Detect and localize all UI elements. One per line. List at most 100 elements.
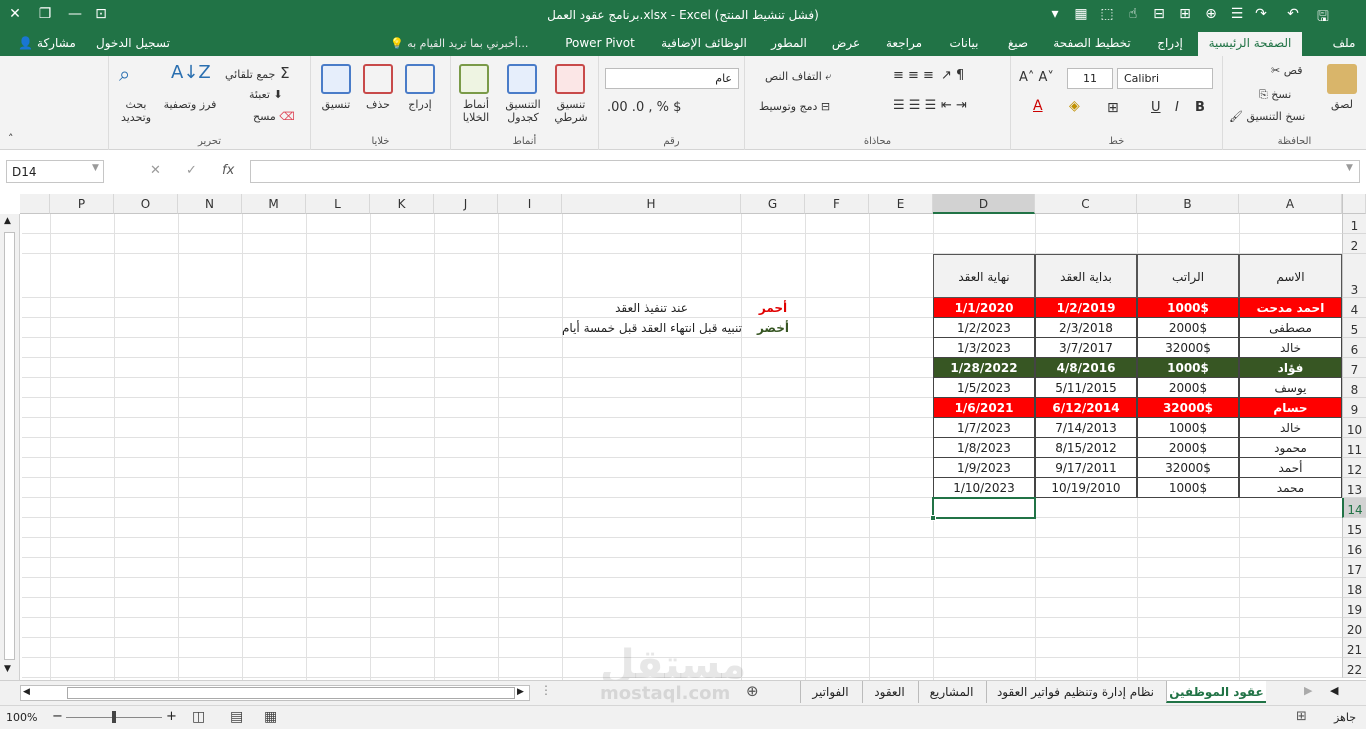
table-cell[interactable]: 1/7/2023 (933, 418, 1035, 438)
scroll-right-icon[interactable]: ▶ (517, 687, 524, 697)
cell-styles-button[interactable]: أنماط الخلايا (453, 98, 499, 124)
table-cell[interactable]: 2/3/2018 (1035, 318, 1137, 338)
org-chart-icon[interactable]: ⊕ (1200, 6, 1222, 22)
hand-icon[interactable]: ☝ (1122, 6, 1144, 22)
qat-more-icon[interactable]: ▾ (1044, 6, 1066, 22)
layout-icon[interactable]: ⊟ (1148, 6, 1170, 22)
table-header-cell[interactable]: الراتب (1137, 254, 1239, 298)
clear-button[interactable]: مسح ⌫ (253, 110, 295, 123)
tab-file[interactable]: ملف (1324, 36, 1364, 50)
cut-button[interactable]: ✂ قص (1271, 64, 1302, 77)
font-name-combo[interactable]: Calibri (1117, 68, 1213, 89)
row-header-8[interactable]: 8 (1342, 378, 1366, 398)
column-header-k[interactable]: K (370, 194, 434, 214)
fill-color-icon[interactable]: ◈ (1069, 98, 1080, 114)
tab-view[interactable]: عرض (826, 36, 866, 50)
selected-cell-d14[interactable] (932, 497, 1036, 519)
share-button[interactable]: 👤 مشاركة (10, 36, 84, 50)
column-header-e[interactable]: E (869, 194, 933, 214)
table-header-cell[interactable]: الاسم (1239, 254, 1342, 298)
wrap-text-button[interactable]: التفاف النص ⤶ (765, 70, 831, 84)
row-header-6[interactable]: 6 (1342, 338, 1366, 358)
table-cell[interactable]: 32000$ (1137, 458, 1239, 478)
insert-cells-button[interactable]: إدراج (401, 98, 439, 111)
horizontal-scroll-thumb[interactable] (67, 687, 515, 699)
next-sheet-icon[interactable]: ▶ (1304, 684, 1312, 697)
sheet-tab[interactable]: المشاريع (918, 681, 984, 703)
table-cell[interactable]: 1000$ (1137, 358, 1239, 378)
column-header-j[interactable]: J (434, 194, 498, 214)
table-cell[interactable]: 2000$ (1137, 318, 1239, 338)
table-cell[interactable]: حسام (1239, 398, 1342, 418)
table-cell[interactable]: 1/2/2019 (1035, 298, 1137, 318)
table-cell[interactable]: 8/15/2012 (1035, 438, 1137, 458)
table-cell[interactable]: 7/14/2013 (1035, 418, 1137, 438)
row-header-11[interactable]: 11 (1342, 438, 1366, 458)
table-cell[interactable]: يوسف (1239, 378, 1342, 398)
column-header-b[interactable]: B (1137, 194, 1239, 214)
expand-formula-icon[interactable]: ▼ (1346, 163, 1353, 173)
column-header-l[interactable]: L (306, 194, 370, 214)
table-cell[interactable]: أحمد (1239, 458, 1342, 478)
tab-home[interactable]: الصفحة الرئيسية (1198, 32, 1302, 56)
legend-red-label[interactable]: أحمر (741, 298, 805, 318)
fill-handle[interactable] (930, 515, 936, 521)
insert-function-icon[interactable]: fx (222, 163, 234, 178)
row-header-22[interactable]: 22 (1342, 658, 1366, 678)
collapse-ribbon-icon[interactable]: ˄ (8, 132, 14, 145)
row-header-4[interactable]: 4 (1342, 298, 1366, 318)
table-cell[interactable]: خالد (1239, 418, 1342, 438)
sheet-tab[interactable]: العقود (862, 681, 916, 703)
table-cell[interactable]: 1/28/2022 (933, 358, 1035, 378)
orientation-icon[interactable]: ↗ ¶ (941, 68, 964, 83)
prev-sheet-icon[interactable]: ◀ (1330, 684, 1338, 697)
table-header-cell[interactable]: بداية العقد (1035, 254, 1137, 298)
column-header-o[interactable]: O (114, 194, 178, 214)
tell-me-box[interactable]: 💡 أخبرني بما تريد القيام به... (390, 37, 528, 50)
table-cell[interactable]: 6/12/2014 (1035, 398, 1137, 418)
column-header-c[interactable]: C (1035, 194, 1137, 214)
tab-insert[interactable]: إدراج (1150, 36, 1190, 50)
table-cell[interactable]: احمد مدحت (1239, 298, 1342, 318)
zoom-in-icon[interactable]: + (166, 709, 177, 724)
table-cell[interactable]: 4/8/2016 (1035, 358, 1137, 378)
table-cell[interactable]: 9/17/2011 (1035, 458, 1137, 478)
table-cell[interactable]: 2000$ (1137, 438, 1239, 458)
table-cell[interactable]: خالد (1239, 338, 1342, 358)
tab-review[interactable]: مراجعة (880, 36, 928, 50)
tab-power-pivot[interactable]: Power Pivot (560, 36, 640, 50)
zoom-slider-thumb[interactable] (112, 711, 116, 723)
table-cell[interactable]: 1/10/2023 (933, 478, 1035, 498)
tab-developer[interactable]: المطور (764, 36, 814, 50)
find-select-button[interactable]: بحث وتحديد (113, 98, 159, 124)
row-header-1[interactable]: 1 (1342, 214, 1366, 234)
table-cell[interactable]: 1/9/2023 (933, 458, 1035, 478)
row-header-21[interactable]: 21 (1342, 638, 1366, 658)
paste-icon[interactable] (1327, 64, 1357, 94)
name-box[interactable]: D14 (6, 160, 104, 183)
column-header-i[interactable]: I (498, 194, 562, 214)
row-header-2[interactable]: 2 (1342, 234, 1366, 254)
legend-red-text[interactable]: عند تنفيذ العقد (562, 298, 741, 318)
table-cell[interactable]: مصطفى (1239, 318, 1342, 338)
column-header-d[interactable]: D (933, 194, 1035, 214)
underline-icon[interactable]: U (1151, 100, 1161, 115)
chart-icon[interactable]: ▦ (1070, 6, 1092, 22)
row-header-15[interactable]: 15 (1342, 518, 1366, 538)
select-icon[interactable]: ⬚ (1096, 6, 1118, 22)
table-cell[interactable]: 3/7/2017 (1035, 338, 1137, 358)
sheet-tab[interactable]: الفواتير (800, 681, 860, 703)
table-cell[interactable]: 2000$ (1137, 378, 1239, 398)
legend-green-text[interactable]: تنبيه قبل انتهاء العقد قبل خمسة أيام (562, 318, 742, 338)
horizontal-scrollbar[interactable]: ◀ ▶ (20, 685, 530, 701)
row-header-13[interactable]: 13 (1342, 478, 1366, 498)
zoom-out-icon[interactable]: − (52, 709, 63, 724)
table-cell[interactable]: محمد (1239, 478, 1342, 498)
number-format-icons[interactable]: .00 .0 , % $ (607, 100, 681, 115)
table-cell[interactable]: 1/5/2023 (933, 378, 1035, 398)
column-header-h[interactable]: H (562, 194, 741, 214)
row-header-9[interactable]: 9 (1342, 398, 1366, 418)
tab-data[interactable]: بيانات (944, 36, 984, 50)
column-header-n[interactable]: N (178, 194, 242, 214)
scroll-up-icon[interactable]: ▲ (4, 216, 11, 226)
